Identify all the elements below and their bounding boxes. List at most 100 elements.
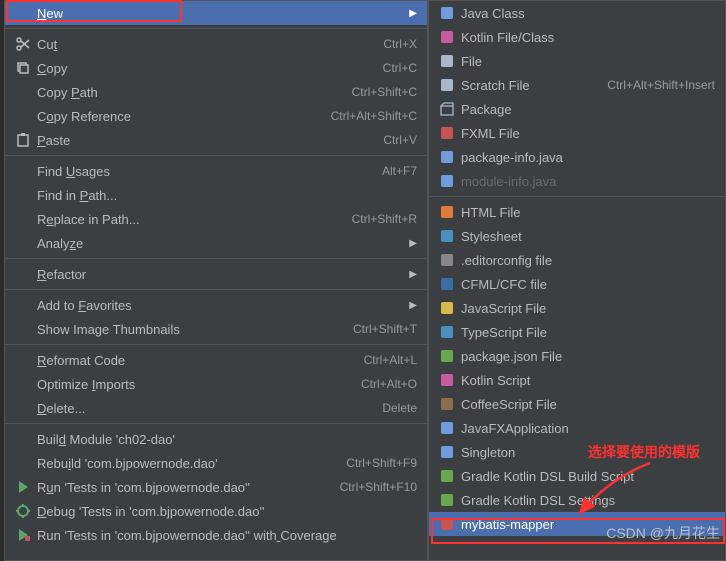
left_menu-find-in-path[interactable]: Find in Path... bbox=[5, 183, 427, 207]
submenu-arrow-icon: ▶ bbox=[409, 238, 417, 249]
right_menu-scratch-file[interactable]: Scratch FileCtrl+Alt+Shift+Insert bbox=[429, 73, 725, 97]
left_menu-paste[interactable]: PasteCtrl+V bbox=[5, 128, 427, 152]
left_menu-run-coverage[interactable]: Run 'Tests in 'com.bjpowernode.dao'' wit… bbox=[5, 523, 427, 547]
menu-label: Package bbox=[457, 102, 715, 117]
left_menu-replace-in-path[interactable]: Replace in Path...Ctrl+Shift+R bbox=[5, 207, 427, 231]
editorconfig-icon bbox=[437, 252, 457, 268]
right_menu-mybatis-mapper[interactable]: mybatis-mapper bbox=[429, 512, 725, 536]
menu-label: .editorconfig file bbox=[457, 253, 715, 268]
left_menu-rebuild[interactable]: Rebuild 'com.bjpowernode.dao'Ctrl+Shift+… bbox=[5, 451, 427, 475]
shortcut: Ctrl+Shift+F9 bbox=[346, 456, 417, 470]
shortcut: Ctrl+X bbox=[383, 37, 417, 51]
separator bbox=[5, 28, 427, 29]
package-icon bbox=[437, 101, 457, 117]
java-class-icon bbox=[437, 420, 457, 436]
left_menu-delete[interactable]: Delete...Delete bbox=[5, 396, 427, 420]
menu-label: Java Class bbox=[457, 6, 715, 21]
left_menu-run-tests[interactable]: Run 'Tests in 'com.bjpowernode.dao''Ctrl… bbox=[5, 475, 427, 499]
menu-label: JavaScript File bbox=[457, 301, 715, 316]
menu-label: Copy bbox=[33, 61, 383, 76]
menu-label: New bbox=[33, 6, 409, 21]
right_menu-file[interactable]: File bbox=[429, 49, 725, 73]
menu-label: Gradle Kotlin DSL Settings bbox=[457, 493, 715, 508]
menu-label: Reformat Code bbox=[33, 353, 364, 368]
shortcut: Ctrl+V bbox=[383, 133, 417, 147]
right_menu-package-json[interactable]: package.json File bbox=[429, 344, 725, 368]
left_menu-show-thumbnails[interactable]: Show Image ThumbnailsCtrl+Shift+T bbox=[5, 317, 427, 341]
right_menu-package[interactable]: Package bbox=[429, 97, 725, 121]
copy-icon bbox=[13, 60, 33, 76]
right_menu-java-class[interactable]: Java Class bbox=[429, 1, 725, 25]
right_menu-fxml[interactable]: FXML File bbox=[429, 121, 725, 145]
left_menu-build-module[interactable]: Build Module 'ch02-dao' bbox=[5, 427, 427, 451]
right_menu-js-file[interactable]: JavaScript File bbox=[429, 296, 725, 320]
separator bbox=[5, 155, 427, 156]
menu-label: Find in Path... bbox=[33, 188, 417, 203]
kotlin-icon bbox=[437, 29, 457, 45]
left_menu-copy-reference[interactable]: Copy ReferenceCtrl+Alt+Shift+C bbox=[5, 104, 427, 128]
shortcut: Ctrl+Shift+C bbox=[352, 85, 417, 99]
cfml-icon bbox=[437, 276, 457, 292]
right_menu-stylesheet[interactable]: Stylesheet bbox=[429, 224, 725, 248]
shortcut: Alt+F7 bbox=[382, 164, 417, 178]
coffee-icon bbox=[437, 396, 457, 412]
right_menu-module-info: module-info.java bbox=[429, 169, 725, 193]
menu-label: CoffeeScript File bbox=[457, 397, 715, 412]
menu-label: Optimize Imports bbox=[33, 377, 361, 392]
right_menu-coffee-file[interactable]: CoffeeScript File bbox=[429, 392, 725, 416]
gradle-icon bbox=[437, 468, 457, 484]
file-icon bbox=[437, 53, 457, 69]
right_menu-singleton[interactable]: Singleton bbox=[429, 440, 725, 464]
left_menu-debug-tests[interactable]: Debug 'Tests in 'com.bjpowernode.dao'' bbox=[5, 499, 427, 523]
left_menu-find-usages[interactable]: Find UsagesAlt+F7 bbox=[5, 159, 427, 183]
separator bbox=[429, 196, 725, 197]
menu-label: Show Image Thumbnails bbox=[33, 322, 353, 337]
right_menu-gradle-build[interactable]: Gradle Kotlin DSL Build Script bbox=[429, 464, 725, 488]
left_menu-copy-path[interactable]: Copy PathCtrl+Shift+C bbox=[5, 80, 427, 104]
menu-label: Replace in Path... bbox=[33, 212, 352, 227]
menu-label: Run 'Tests in 'com.bjpowernode.dao'' bbox=[33, 480, 340, 495]
menu-label: module-info.java bbox=[457, 174, 715, 189]
menu-label: Refactor bbox=[33, 267, 409, 282]
menu-label: mybatis-mapper bbox=[457, 517, 715, 532]
js-icon bbox=[437, 300, 457, 316]
shortcut: Ctrl+Alt+Shift+C bbox=[331, 109, 417, 123]
right_menu-ts-file[interactable]: TypeScript File bbox=[429, 320, 725, 344]
right_menu-package-info[interactable]: package-info.java bbox=[429, 145, 725, 169]
left_menu-add-favorites[interactable]: Add to Favorites▶ bbox=[5, 293, 427, 317]
run-icon bbox=[13, 479, 33, 495]
right_menu-javafx-app[interactable]: JavaFXApplication bbox=[429, 416, 725, 440]
npm-icon bbox=[437, 348, 457, 364]
menu-label: FXML File bbox=[457, 126, 715, 141]
css-icon bbox=[437, 228, 457, 244]
right_menu-html-file[interactable]: HTML File bbox=[429, 200, 725, 224]
left_menu-refactor[interactable]: Refactor▶ bbox=[5, 262, 427, 286]
left_menu-reformat[interactable]: Reformat CodeCtrl+Alt+L bbox=[5, 348, 427, 372]
menu-label: Paste bbox=[33, 133, 383, 148]
left_menu-optimize-imports[interactable]: Optimize ImportsCtrl+Alt+O bbox=[5, 372, 427, 396]
right_menu-kotlin-script[interactable]: Kotlin Script bbox=[429, 368, 725, 392]
shortcut: Ctrl+Shift+R bbox=[352, 212, 417, 226]
submenu-arrow-icon: ▶ bbox=[409, 300, 417, 311]
menu-label: Find Usages bbox=[33, 164, 382, 179]
shortcut: Ctrl+Alt+L bbox=[364, 353, 417, 367]
left_menu-cut[interactable]: CutCtrl+X bbox=[5, 32, 427, 56]
coverage-icon bbox=[13, 527, 33, 543]
menu-label: Copy Reference bbox=[33, 109, 331, 124]
menu-label: Run 'Tests in 'com.bjpowernode.dao'' wit… bbox=[33, 528, 417, 543]
kotlin-icon bbox=[437, 372, 457, 388]
shortcut: Ctrl+Alt+O bbox=[361, 377, 417, 391]
menu-label: Debug 'Tests in 'com.bjpowernode.dao'' bbox=[33, 504, 417, 519]
right_menu-kotlin-file[interactable]: Kotlin File/Class bbox=[429, 25, 725, 49]
menu-label: Build Module 'ch02-dao' bbox=[33, 432, 417, 447]
xml-icon bbox=[437, 516, 457, 532]
menu-label: Cut bbox=[33, 37, 383, 52]
left_menu-analyze[interactable]: Analyze▶ bbox=[5, 231, 427, 255]
left_menu-new[interactable]: New▶ bbox=[5, 1, 427, 25]
right_menu-editorconfig[interactable]: .editorconfig file bbox=[429, 248, 725, 272]
separator bbox=[5, 289, 427, 290]
left_menu-copy[interactable]: CopyCtrl+C bbox=[5, 56, 427, 80]
scratch-icon bbox=[437, 77, 457, 93]
right_menu-gradle-settings[interactable]: Gradle Kotlin DSL Settings bbox=[429, 488, 725, 512]
right_menu-cfml[interactable]: CFML/CFC file bbox=[429, 272, 725, 296]
